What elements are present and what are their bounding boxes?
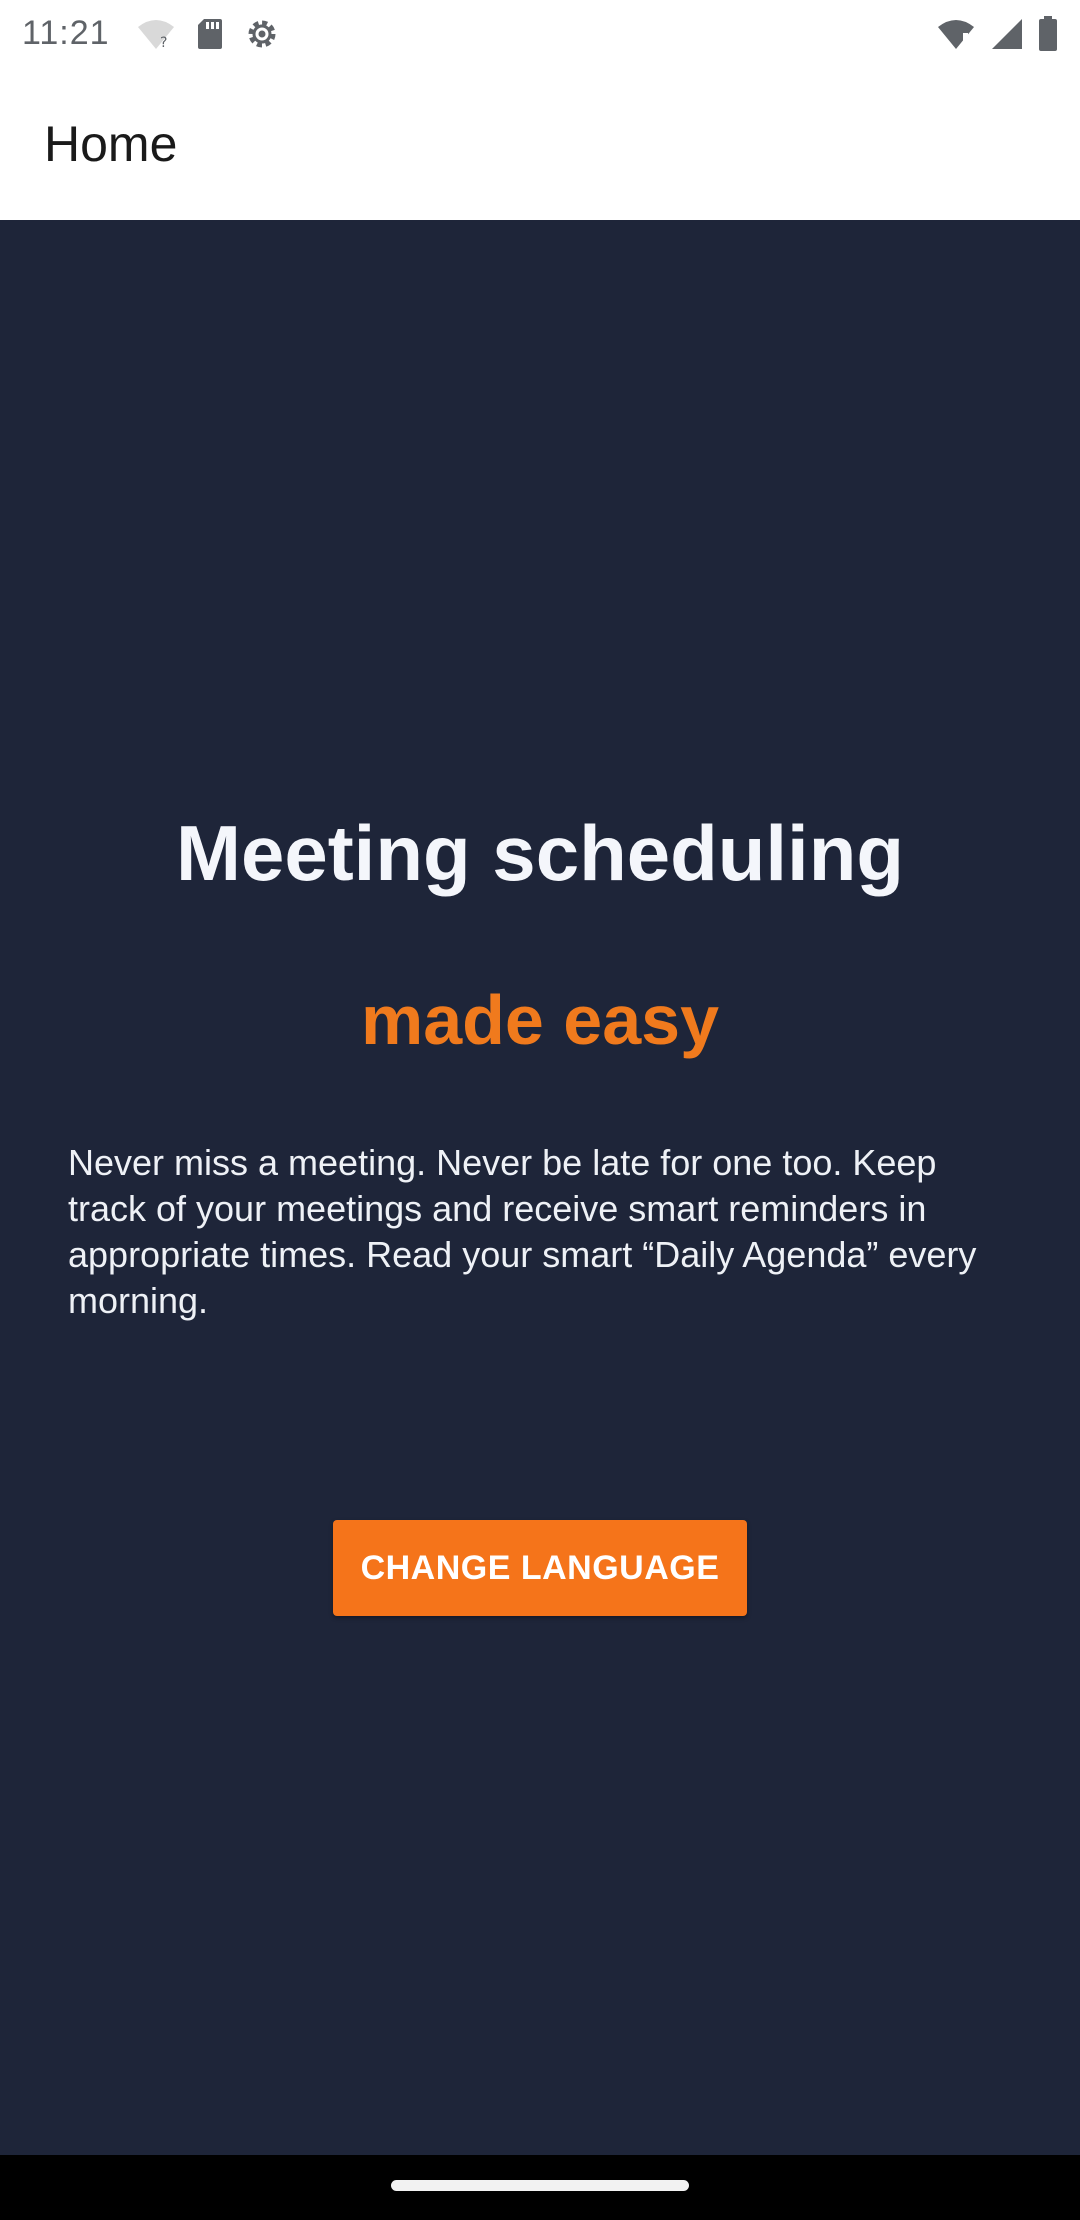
app-bar-title: Home	[44, 116, 178, 172]
home-gesture-handle[interactable]	[391, 2180, 689, 2191]
sd-card-icon	[196, 17, 224, 51]
status-icons-right	[936, 14, 1058, 54]
svg-text:?: ?	[160, 35, 167, 51]
change-language-button[interactable]: CHANGE LANGUAGE	[333, 1520, 747, 1616]
settings-gear-icon	[244, 16, 280, 52]
headline: Meeting scheduling	[175, 809, 905, 897]
description-text: Never miss a meeting. Never be late for …	[68, 1142, 977, 1321]
wifi-question-icon: ?	[136, 17, 176, 51]
screen: 11:21 ? Home Meeting scheduling made eas…	[0, 0, 1080, 2220]
subheadline: made easy	[360, 981, 720, 1059]
home-content: Meeting scheduling made easy Never miss …	[0, 220, 1080, 2155]
signal-icon	[990, 17, 1024, 51]
status-bar: 11:21 ?	[0, 0, 1080, 66]
navigation-bar	[0, 2155, 1080, 2220]
status-time: 11:21	[22, 14, 110, 52]
battery-icon	[1038, 16, 1058, 52]
status-icons-left: ?	[136, 14, 280, 54]
wifi-icon	[936, 17, 976, 51]
app-bar: Home	[0, 66, 1080, 220]
